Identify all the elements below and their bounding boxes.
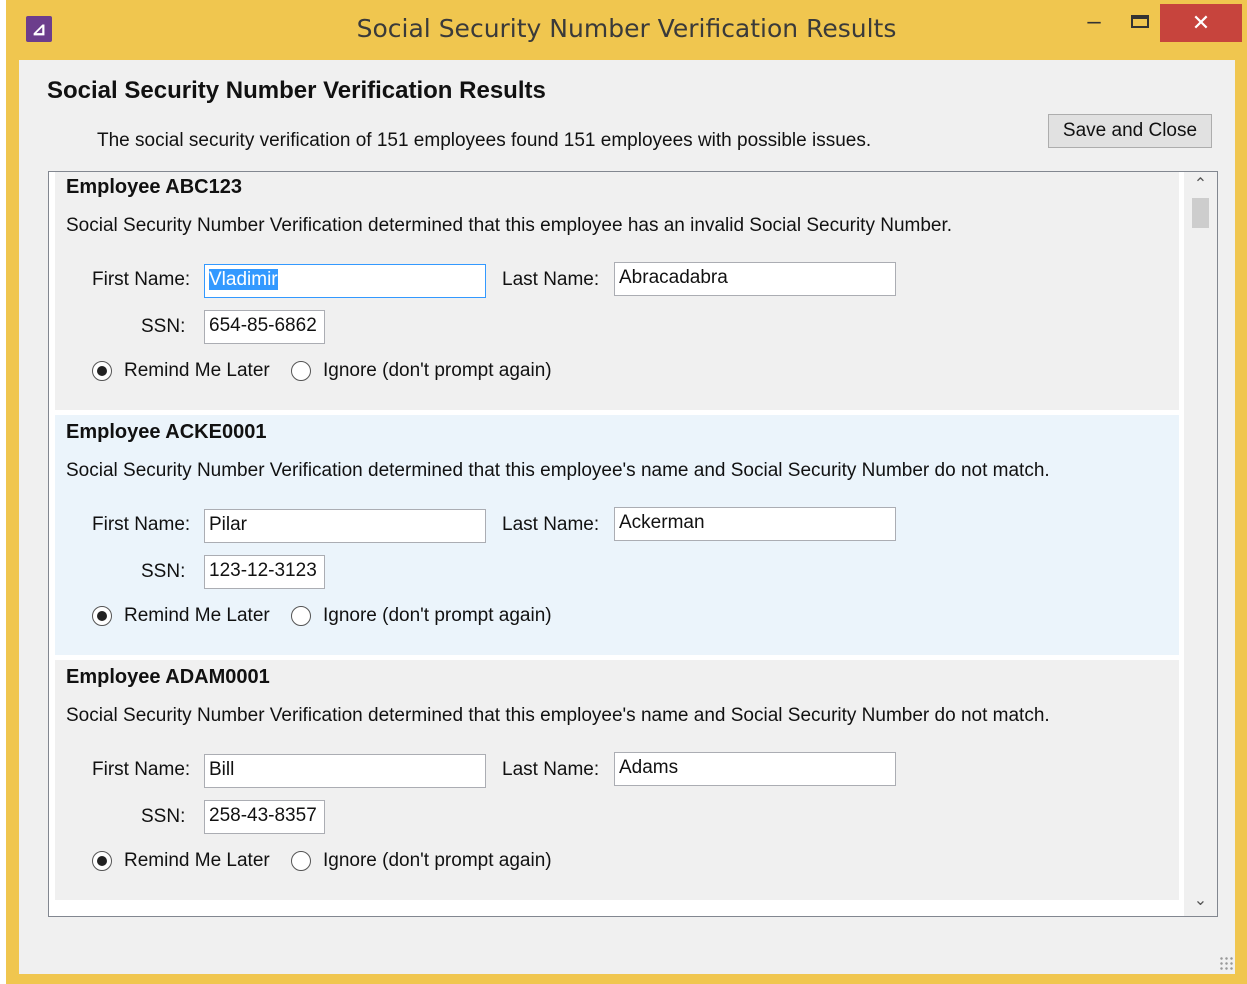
- vertical-scrollbar[interactable]: ⌃ ⌄: [1184, 172, 1217, 916]
- employee-title: Employee ACKE0001: [66, 421, 267, 443]
- last-name-field[interactable]: Abracadabra: [614, 262, 896, 296]
- employee-card: Employee ADAM0001 Social Security Number…: [55, 660, 1179, 900]
- summary-text: The social security verification of 151 …: [97, 130, 872, 151]
- remind-label: Remind Me Later: [124, 360, 270, 381]
- first-name-field[interactable]: Bill: [204, 754, 486, 788]
- scroll-up-icon[interactable]: ⌃: [1184, 172, 1217, 198]
- ignore-radio[interactable]: Ignore (don't prompt again): [291, 605, 552, 627]
- ssn-field[interactable]: 123-12-3123: [204, 555, 325, 589]
- last-name-field[interactable]: Ackerman: [614, 507, 896, 541]
- ignore-radio[interactable]: Ignore (don't prompt again): [291, 850, 552, 872]
- maximize-icon: [1131, 15, 1149, 29]
- employee-title: Employee ABC123: [66, 176, 242, 198]
- first-name-label: First Name:: [92, 269, 191, 290]
- first-name-field[interactable]: Vladimir: [204, 264, 486, 298]
- first-name-label: First Name:: [92, 759, 191, 780]
- radio-unchecked-icon: [291, 851, 311, 871]
- ssn-label: SSN:: [141, 316, 186, 337]
- remind-me-later-radio[interactable]: Remind Me Later: [92, 360, 270, 382]
- employee-message: Social Security Number Verification dete…: [66, 215, 953, 236]
- resize-grip-icon[interactable]: [1219, 956, 1233, 970]
- ignore-label: Ignore (don't prompt again): [323, 605, 552, 626]
- page-title: Social Security Number Verification Resu…: [47, 77, 546, 104]
- employee-message: Social Security Number Verification dete…: [66, 705, 1050, 726]
- maximize-button[interactable]: [1118, 4, 1162, 40]
- employee-list[interactable]: Employee ABC123 Social Security Number V…: [48, 171, 1218, 917]
- ignore-label: Ignore (don't prompt again): [323, 360, 552, 381]
- employee-card: Employee ABC123 Social Security Number V…: [55, 172, 1179, 410]
- employee-title: Employee ADAM0001: [66, 666, 270, 688]
- dialog-client-area: Social Security Number Verification Resu…: [19, 60, 1235, 974]
- radio-checked-icon: [92, 606, 112, 626]
- close-button[interactable]: ✕: [1160, 4, 1242, 42]
- last-name-label: Last Name:: [502, 759, 600, 780]
- employee-card: Employee ACKE0001 Social Security Number…: [55, 415, 1179, 655]
- window-title: Social Security Number Verification Resu…: [356, 14, 897, 43]
- first-name-label: First Name:: [92, 514, 191, 535]
- minimize-button[interactable]: –: [1072, 4, 1116, 40]
- remind-label: Remind Me Later: [124, 850, 270, 871]
- ignore-label: Ignore (don't prompt again): [323, 850, 552, 871]
- remind-me-later-radio[interactable]: Remind Me Later: [92, 850, 270, 872]
- remind-me-later-radio[interactable]: Remind Me Later: [92, 605, 270, 627]
- ssn-label: SSN:: [141, 806, 186, 827]
- radio-unchecked-icon: [291, 361, 311, 381]
- last-name-label: Last Name:: [502, 514, 600, 535]
- radio-unchecked-icon: [291, 606, 311, 626]
- employee-message: Social Security Number Verification dete…: [66, 460, 1050, 481]
- ignore-radio[interactable]: Ignore (don't prompt again): [291, 360, 552, 382]
- radio-checked-icon: [92, 361, 112, 381]
- first-name-field[interactable]: Pilar: [204, 509, 486, 543]
- last-name-field[interactable]: Adams: [614, 752, 896, 786]
- scroll-down-icon[interactable]: ⌄: [1184, 888, 1217, 914]
- selected-text: Vladimir: [209, 269, 278, 290]
- ssn-label: SSN:: [141, 561, 186, 582]
- scrollbar-thumb[interactable]: [1192, 198, 1209, 228]
- title-bar[interactable]: ⊿ Social Security Number Verification Re…: [6, 0, 1247, 58]
- radio-checked-icon: [92, 851, 112, 871]
- ssn-field[interactable]: 654-85-6862: [204, 310, 325, 344]
- save-and-close-button[interactable]: Save and Close: [1048, 114, 1212, 148]
- ssn-field[interactable]: 258-43-8357: [204, 800, 325, 834]
- remind-label: Remind Me Later: [124, 605, 270, 626]
- dialog-window: ⊿ Social Security Number Verification Re…: [6, 0, 1247, 984]
- last-name-label: Last Name:: [502, 269, 600, 290]
